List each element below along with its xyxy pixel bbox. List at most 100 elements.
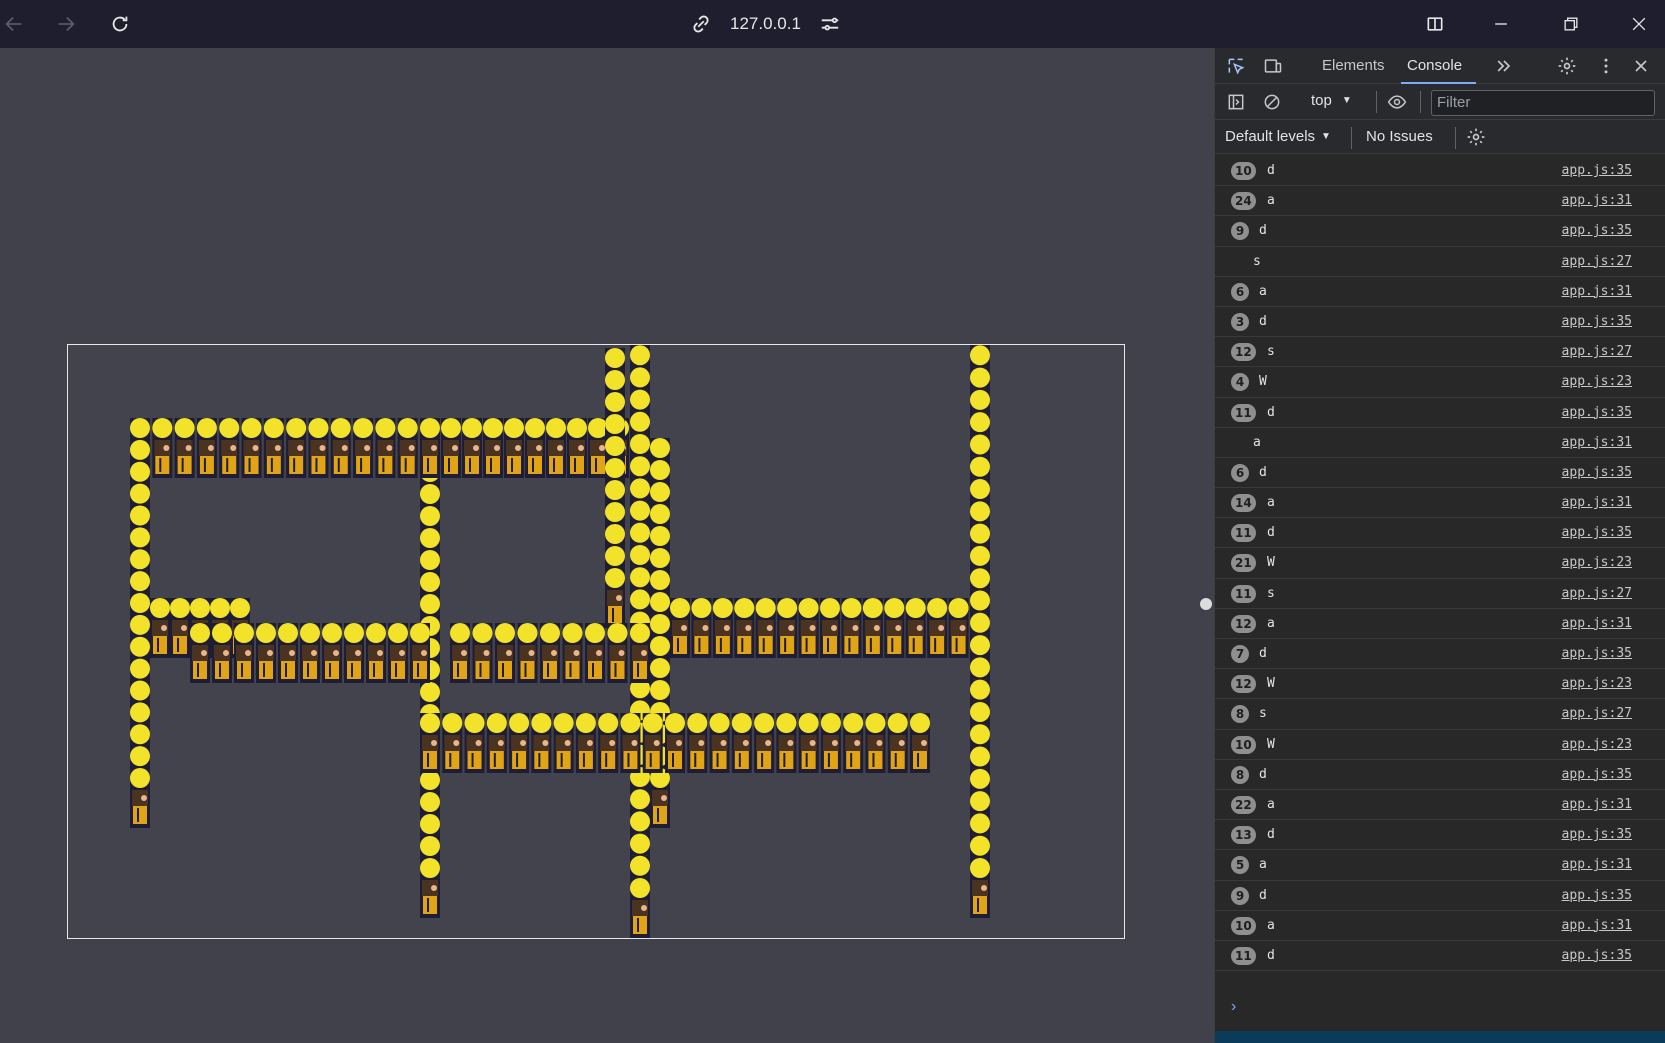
source-link[interactable]: app.js:35 — [1562, 525, 1632, 540]
player-sprite — [388, 623, 408, 683]
player-sprite — [130, 768, 150, 828]
close-icon — [1632, 17, 1646, 31]
source-link[interactable]: app.js:23 — [1562, 676, 1632, 691]
site-settings-icon[interactable] — [819, 13, 841, 35]
issues-counter[interactable]: No Issues — [1366, 128, 1433, 145]
player-sprite — [620, 713, 641, 773]
split-view-icon — [1427, 17, 1443, 31]
source-link[interactable]: app.js:35 — [1562, 405, 1632, 420]
settings-button[interactable] — [1556, 55, 1578, 77]
source-link[interactable]: app.js:31 — [1562, 797, 1632, 812]
player-sprite — [300, 623, 320, 683]
source-link[interactable]: app.js:31 — [1562, 495, 1632, 510]
console-message-row: 12 s app.js:27 — [1215, 337, 1665, 368]
repeat-count-badge: 12 — [1231, 675, 1256, 694]
player-sprite — [585, 623, 605, 683]
device-icon — [1264, 59, 1282, 73]
source-link[interactable]: app.js:27 — [1562, 344, 1632, 359]
arrow-right-icon — [58, 16, 75, 32]
context-selector[interactable]: top ▼ — [1311, 92, 1352, 109]
url-text[interactable]: 127.0.0.1 — [730, 14, 801, 34]
source-link[interactable]: app.js:35 — [1562, 888, 1632, 903]
back-button[interactable] — [0, 10, 28, 38]
player-sprite — [212, 623, 232, 683]
source-link[interactable]: app.js:35 — [1562, 223, 1632, 238]
player-sprite — [486, 713, 507, 773]
source-link[interactable]: app.js:31 — [1562, 918, 1632, 933]
source-link[interactable]: app.js:27 — [1562, 254, 1632, 269]
source-link[interactable]: app.js:35 — [1562, 948, 1632, 963]
player-sprite — [170, 598, 190, 658]
device-toolbar-button[interactable] — [1262, 55, 1284, 77]
source-link[interactable]: app.js:31 — [1562, 284, 1632, 299]
console-message-row: 11 d app.js:35 — [1215, 518, 1665, 549]
source-link[interactable]: app.js:23 — [1562, 374, 1632, 389]
devtools-tabbar: Elements Console — [1215, 48, 1665, 84]
source-link[interactable]: app.js:31 — [1562, 616, 1632, 631]
source-link[interactable]: app.js:31 — [1562, 857, 1632, 872]
player-sprite — [190, 623, 210, 683]
source-link[interactable]: app.js:23 — [1562, 555, 1632, 570]
split-view-button[interactable] — [1421, 10, 1449, 38]
divider — [1455, 127, 1456, 149]
log-levels-dropdown[interactable]: Default levels ▼ — [1225, 128, 1331, 145]
restore-button[interactable] — [1557, 10, 1585, 38]
player-sprite — [598, 713, 619, 773]
source-link[interactable]: app.js:35 — [1562, 163, 1632, 178]
player-sprite — [322, 623, 342, 683]
console-settings-button[interactable] — [1465, 126, 1487, 148]
live-expression-button[interactable] — [1386, 91, 1408, 113]
forward-button[interactable] — [52, 10, 80, 38]
source-link[interactable]: app.js:35 — [1562, 827, 1632, 842]
more-tabs-button[interactable] — [1493, 55, 1515, 77]
source-link[interactable]: app.js:31 — [1562, 435, 1632, 450]
game-canvas[interactable] — [67, 344, 1125, 939]
reload-button[interactable] — [106, 10, 134, 38]
sidebar-toggle-button[interactable] — [1225, 91, 1247, 113]
close-devtools-button[interactable] — [1630, 55, 1652, 77]
source-link[interactable]: app.js:35 — [1562, 465, 1632, 480]
clear-console-button[interactable] — [1261, 91, 1283, 113]
tab-elements[interactable]: Elements — [1322, 48, 1385, 84]
minimize-button[interactable] — [1487, 10, 1515, 38]
source-link[interactable]: app.js:27 — [1562, 706, 1632, 721]
player-sprite — [843, 713, 864, 773]
repeat-count-badge: 10 — [1231, 735, 1256, 754]
player-sprite — [286, 418, 307, 478]
player-sprite — [665, 713, 685, 773]
console-message-row: a app.js:31 — [1215, 428, 1665, 458]
console-message-row: 4 Wapp.js:23 — [1215, 367, 1665, 398]
console-message-row: 13 d app.js:35 — [1215, 820, 1665, 851]
repeat-count-badge: 21 — [1231, 554, 1256, 573]
source-link[interactable]: app.js:23 — [1562, 737, 1632, 752]
devtools-resize-handle[interactable] — [1200, 598, 1212, 610]
dropdown-arrow-icon: ▼ — [1341, 95, 1352, 106]
console-message-row: 22 a app.js:31 — [1215, 790, 1665, 821]
console-message-row: 8 d app.js:35 — [1215, 760, 1665, 790]
filter-input[interactable]: Filter — [1431, 90, 1655, 116]
address-bar[interactable]: 127.0.0.1 — [690, 10, 841, 38]
close-window-button[interactable] — [1625, 10, 1653, 38]
repeat-count-badge: 7 — [1231, 645, 1249, 663]
source-link[interactable]: app.js:35 — [1562, 646, 1632, 661]
source-link[interactable]: app.js:35 — [1562, 767, 1632, 782]
player-sprite — [841, 598, 862, 658]
repeat-count-badge: 12 — [1231, 614, 1256, 633]
console-message-row: 11 s app.js:27 — [1215, 579, 1665, 609]
source-link[interactable]: app.js:31 — [1562, 193, 1632, 208]
source-link[interactable]: app.js:27 — [1562, 586, 1632, 601]
repeat-count-badge: 9 — [1231, 886, 1249, 905]
devtools-drawer-bar[interactable] — [1215, 1031, 1665, 1043]
console-prompt-chevron-icon[interactable]: › — [1231, 998, 1236, 1016]
console-message-text: s — [1267, 585, 1275, 601]
player-sprite — [219, 418, 240, 478]
console-levels-bar: Default levels ▼ No Issues — [1215, 120, 1665, 154]
player-sprite — [687, 713, 708, 773]
inspect-element-button[interactable] — [1225, 55, 1247, 77]
console-message-row: 11 d app.js:35 — [1215, 941, 1665, 972]
source-link[interactable]: app.js:35 — [1562, 314, 1632, 329]
more-options-button[interactable] — [1595, 55, 1617, 77]
player-sprite — [450, 623, 470, 683]
console-message-row: 24 a app.js:31 — [1215, 186, 1665, 217]
tab-console[interactable]: Console — [1401, 48, 1477, 84]
